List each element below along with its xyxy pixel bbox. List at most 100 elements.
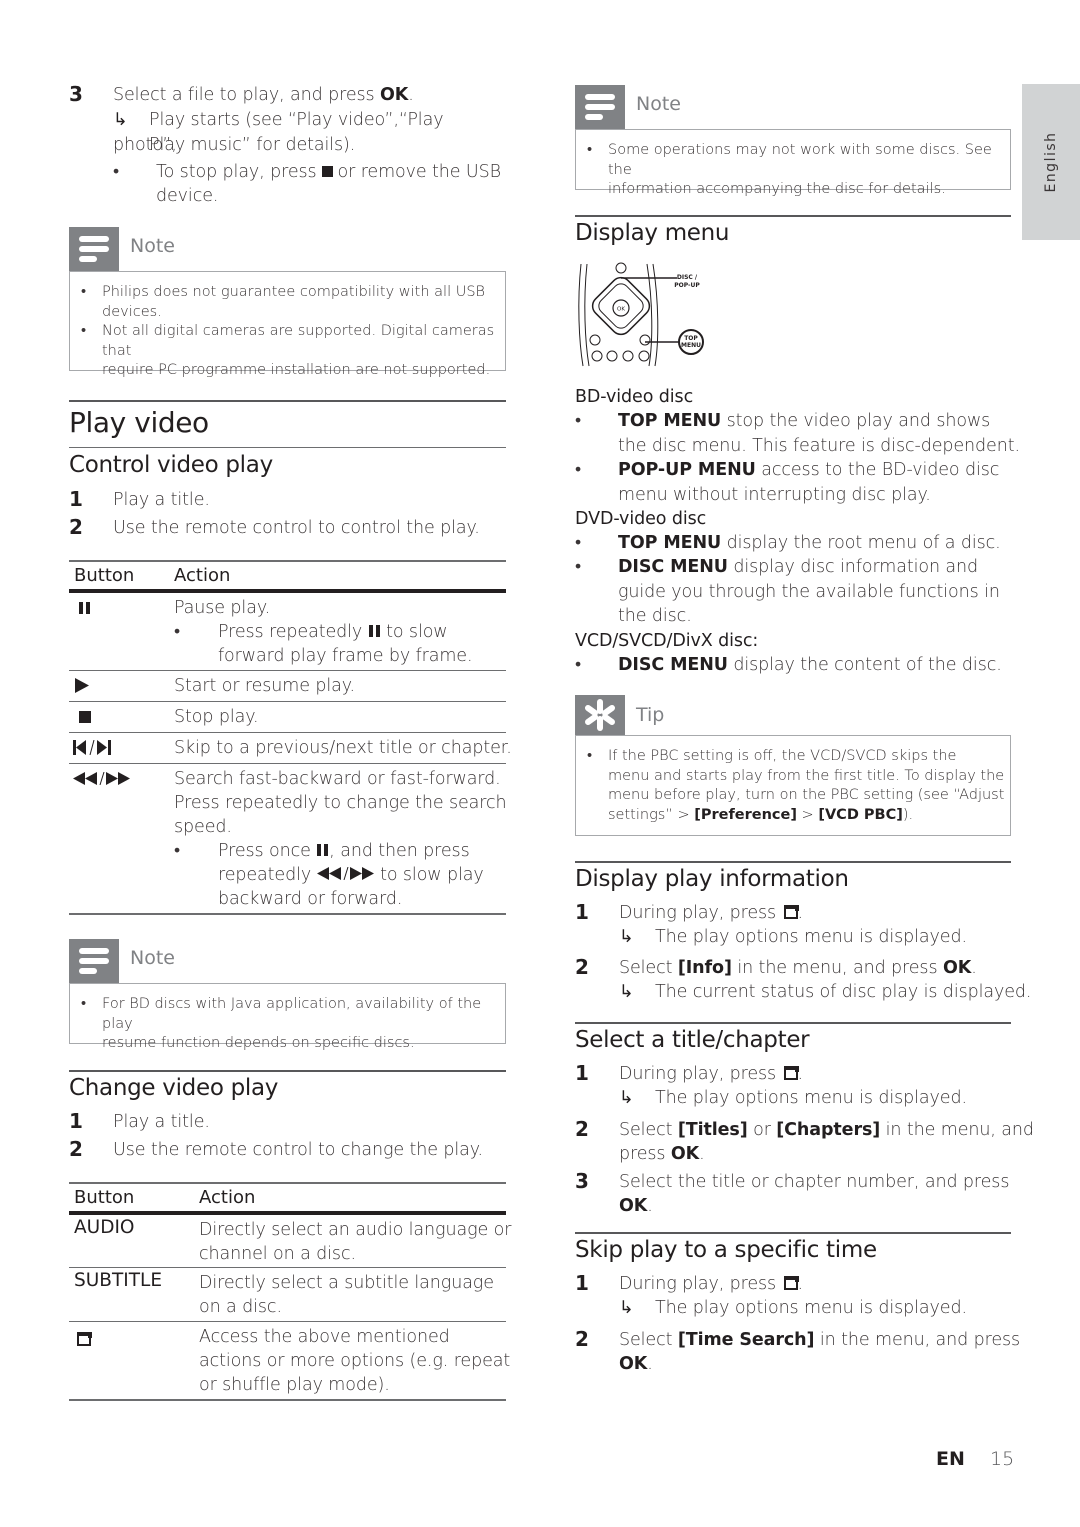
stop-icon xyxy=(321,166,333,177)
dvd-video-heading: DVD-video disc xyxy=(575,509,707,529)
step-text: Use the remote control to control the pl… xyxy=(113,518,480,538)
table-row: Stop play. xyxy=(69,702,506,732)
step-result: ↳ The play options menu is displayed. xyxy=(619,925,1011,950)
ok-label: OK xyxy=(617,307,625,313)
note-title: Note xyxy=(636,93,681,115)
result-arrow-icon: ↳ xyxy=(619,982,634,1002)
note-icon xyxy=(69,939,119,983)
column-header-button: Button xyxy=(74,565,135,586)
bd-video-heading: BD-video disc xyxy=(575,387,694,407)
step-result: ↳ The current status of disc play is disp… xyxy=(619,980,1031,1005)
vcd-heading: VCD/SVCD/DivX disc: xyxy=(575,631,759,651)
tip-item: • If the PBC setting is off, the VCD/SVC… xyxy=(587,748,1005,823)
note-icon xyxy=(575,85,625,129)
vcd-item: • DISC MENU display the content of the d… xyxy=(575,655,1002,675)
subsection-title-skip-time: Skip play to a specific time xyxy=(575,1237,877,1263)
subtitle-button-label: SUBTITLE xyxy=(74,1270,163,1291)
subsection-title-change: Change video play xyxy=(69,1075,279,1101)
top-menu-label-2: MENU xyxy=(681,342,701,349)
subsection-rule xyxy=(575,1022,1011,1024)
step-text: Select the title or chapter number, and … xyxy=(619,1172,1010,1192)
footer-language: EN xyxy=(936,1448,965,1470)
note-title: Note xyxy=(130,235,175,257)
result-arrow-icon: ↳ xyxy=(619,1298,634,1318)
top-menu-label: TOP xyxy=(684,335,698,342)
audio-button-label: AUDIO xyxy=(74,1217,135,1238)
bd-item: • TOP MENU stop the video play and shows… xyxy=(575,411,1020,456)
options-icon xyxy=(783,1276,799,1290)
step-text: Play a title. xyxy=(113,1112,210,1132)
step-number: 2 xyxy=(69,515,83,539)
pause-icon xyxy=(368,625,380,637)
note-item: • For BD discs with Java application, ava… xyxy=(81,996,482,1051)
step-number: 2 xyxy=(69,1137,83,1161)
disc-popup-label: DISC / xyxy=(677,274,698,281)
rewind-forward-icon xyxy=(73,772,130,785)
play-icon xyxy=(75,678,89,693)
pause-icon xyxy=(79,602,90,614)
dvd-item: • DISC MENU display disc information and… xyxy=(575,557,1000,626)
step-text: Select [Info] in the menu, and press OK. xyxy=(619,958,977,978)
step-text: During play, press . xyxy=(619,903,804,923)
table-row: Pause play. • Press repeatedly to slow f… xyxy=(69,593,506,670)
subsection-rule xyxy=(69,447,506,448)
step-number: 1 xyxy=(69,487,83,511)
step-number: 1 xyxy=(575,900,589,924)
table-row: Access the above mentioned actions or mo… xyxy=(69,1322,510,1400)
column-header-action: Action xyxy=(199,1187,256,1208)
table-row: Start or resume play. xyxy=(69,671,506,701)
table-row: Search fast-backward or fast-forward. Pr… xyxy=(69,764,507,914)
step-number: 3 xyxy=(69,82,83,106)
subsection-rule xyxy=(575,861,1011,863)
note-title: Note xyxy=(130,947,175,969)
note-box-usb: Note • Philips does not guarantee compati… xyxy=(69,227,506,378)
step-text: During play, press . xyxy=(619,1274,804,1294)
stop-bullet-line2: device. xyxy=(156,186,219,206)
column-header-action: Action xyxy=(174,565,231,586)
subsection-title-display-menu: Display menu xyxy=(575,220,730,246)
step-text: Select [Time Search] in the menu, and pr… xyxy=(619,1330,1021,1350)
step-number: 2 xyxy=(575,1117,589,1141)
skip-prev-next-icon xyxy=(73,740,111,755)
note-item: • Some operations may not work with some … xyxy=(587,142,992,197)
note-box-discs: Note • Some operations may not work with … xyxy=(575,85,1011,197)
result-arrow-icon: ↳ xyxy=(619,1088,634,1108)
tip-icon xyxy=(575,695,625,735)
bd-item: • POP-UP MENU access to the BD-video dis… xyxy=(575,460,1000,505)
step-text: Select [Titles] or [Chapters] in the men… xyxy=(619,1120,1034,1140)
step-text: Select a file to play, and press OK. xyxy=(113,85,414,105)
step-text: During play, press . xyxy=(619,1064,804,1084)
note-box-bd-java: Note • For BD discs with Java application… xyxy=(69,939,506,1051)
table-row: AUDIO Directly select an audio language … xyxy=(74,1217,512,1264)
page-footer: EN 15 xyxy=(936,1448,1014,1470)
section-rule xyxy=(69,400,506,402)
language-tab: English xyxy=(1022,84,1080,240)
subsection-rule xyxy=(69,1070,506,1072)
table-row: SUBTITLE Directly select a subtitle lang… xyxy=(74,1270,494,1317)
options-icon xyxy=(783,1066,799,1080)
subsection-title-play-info: Display play information xyxy=(575,866,849,892)
step-text: Play a title. xyxy=(113,490,210,510)
step-number: 2 xyxy=(575,1327,589,1351)
column-header-button: Button xyxy=(74,1187,135,1208)
note-item: • Philips does not guarantee compatibilit… xyxy=(81,284,486,320)
step-result: ↳ The play options menu is displayed. xyxy=(619,1086,1011,1111)
section-rule xyxy=(575,215,1011,217)
table-row: Skip to a previous/next title or chapter… xyxy=(69,733,512,763)
remote-control-illustration: OK DISC / POP-UP TOP MENU xyxy=(578,262,704,367)
subsection-title-control: Control video play xyxy=(69,452,273,478)
step-result-line2: Play music” for details). xyxy=(149,135,356,155)
step-result: ↳ The play options menu is displayed. xyxy=(619,1296,1011,1321)
result-arrow-icon: ↳ xyxy=(113,110,128,130)
step-number: 1 xyxy=(69,1109,83,1133)
step-number: 3 xyxy=(575,1169,589,1193)
rewind-forward-icon xyxy=(316,866,374,881)
tip-title: Tip xyxy=(636,704,665,726)
stop-bullet: • To stop play, press or remove the USB xyxy=(113,162,501,182)
control-table: Button Action Pause play. • Press repeat… xyxy=(69,560,512,916)
stop-icon xyxy=(79,711,91,723)
pause-icon xyxy=(317,844,329,856)
note-icon xyxy=(69,227,119,271)
note-item: • Not all digital cameras are supported. … xyxy=(81,323,495,378)
options-icon xyxy=(783,905,799,919)
